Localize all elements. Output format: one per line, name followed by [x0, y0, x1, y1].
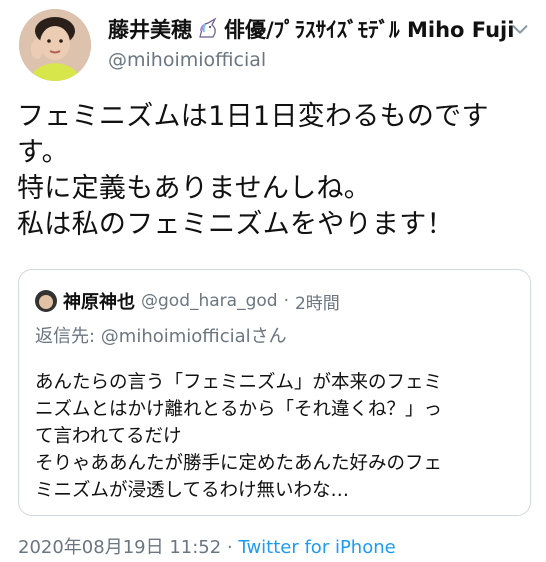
quoted-tweet-text: あんたらの言う「フェミニズム」が本来のフェミ ニズムとはかけ離れとるから「それ違…	[35, 369, 525, 504]
author-name-suffix: 俳優/ﾌﾟﾗｽｻｲｽﾞﾓﾃﾞﾙ Miho Fuji	[224, 18, 515, 42]
quoted-tweet[interactable]: 神原神也 @god_hara_god · 2時間 返信先: @mihoimiof…	[18, 269, 531, 516]
chevron-down-icon[interactable]	[509, 18, 531, 40]
quoted-line: そりゃああんたが勝手に定めたあんた好みのフェ	[35, 453, 443, 474]
tweet-text: フェミニズムは1日1日変わるものです す。 特に定義もありませんしね。 私は私の…	[17, 99, 537, 243]
separator-dot: ·	[226, 537, 233, 558]
tweet: 藤井美穂 俳優/ﾌﾟﾗｽｻｲｽﾞﾓﾃﾞﾙ Miho Fuji @mihoimio…	[0, 0, 546, 562]
author-name[interactable]: 藤井美穂 俳優/ﾌﾟﾗｽｻｲｽﾞﾓﾃﾞﾙ Miho Fuji	[108, 14, 514, 44]
quoted-line: あんたらの言う「フェミニズム」が本来のフェミ	[35, 372, 443, 393]
reply-mention-link[interactable]: @mihoimiofficial	[101, 326, 251, 347]
avatar-image	[19, 9, 91, 81]
unicorn-icon	[199, 17, 217, 38]
tweet-footer: 2020年08月19日 11:52 · Twitter for iPhone	[18, 533, 396, 559]
tweet-line: 特に定義もありませんしね。	[17, 173, 372, 204]
quoted-line: ニズムとはかけ離れとるから「それ違くね？」っ	[35, 399, 443, 420]
quoted-tweet-header: 神原神也 @god_hara_god · 2時間	[35, 288, 340, 314]
tweet-line: フェミニズムは1日1日変わるものです	[17, 101, 489, 132]
tweet-line: す。	[17, 137, 69, 168]
tweet-line: 私は私のフェミニズムをやります！	[17, 209, 454, 240]
separator-dot: ·	[283, 291, 289, 311]
author-handle[interactable]: @mihoimiofficial	[108, 49, 266, 71]
reply-to: 返信先: @mihoimiofficialさん	[35, 322, 287, 348]
quoted-line: ミニズムが浸透してるわけ無いわな…	[35, 480, 349, 501]
quoted-time: 2時間	[294, 293, 340, 314]
reply-prefix: 返信先:	[35, 326, 101, 347]
quoted-author-name: 神原神也	[63, 292, 135, 313]
tweet-timestamp[interactable]: 2020年08月19日 11:52	[18, 537, 221, 558]
quoted-avatar	[35, 290, 57, 312]
tweet-source-link[interactable]: Twitter for iPhone	[238, 537, 395, 558]
reply-suffix: さん	[250, 326, 287, 347]
author-name-prefix: 藤井美穂	[108, 18, 192, 42]
quoted-author-handle: @god_hara_god	[141, 291, 278, 311]
quoted-line: て言われてるだけ	[35, 426, 182, 447]
avatar[interactable]	[19, 9, 91, 81]
